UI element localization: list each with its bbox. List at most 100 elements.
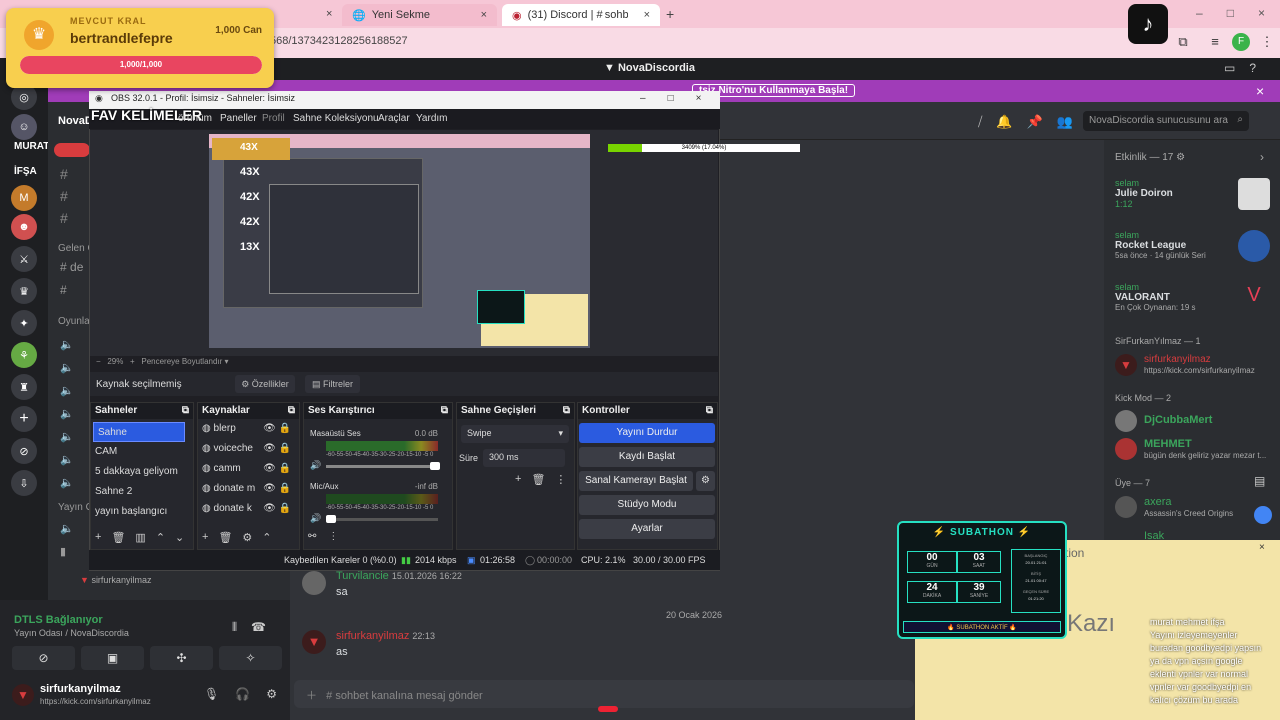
source-item[interactable]: ◍ donate m 👁 🔒 — [198, 479, 299, 499]
server-icon[interactable]: ⚘ — [11, 342, 37, 368]
menu-profile[interactable]: Profil — [262, 113, 285, 124]
studio-mode-button[interactable]: Stüdyo Modu — [579, 495, 715, 515]
activity-card[interactable]: selam Julie Doiron 1:12 — [1115, 178, 1173, 209]
trash-icon[interactable]: 🗑 — [218, 531, 232, 544]
source-item[interactable]: ◍ camm 👁 🔒 — [198, 459, 299, 479]
add-icon[interactable]: + — [515, 473, 521, 486]
message-input[interactable]: ＋ # sohbet kanalına mesaj gönder — [294, 680, 914, 708]
voice-status[interactable]: DTLS Bağlanıyor — [14, 614, 103, 626]
signal-icon[interactable]: ⫴ — [232, 620, 237, 635]
avatar[interactable] — [1115, 438, 1137, 460]
close-window-button[interactable]: × — [696, 93, 702, 104]
source-item[interactable]: ◍ donate k 👁 🔒 — [198, 499, 299, 519]
chrome-icon[interactable] — [1254, 506, 1272, 524]
add-icon[interactable]: + — [95, 531, 101, 544]
chevron-right-icon[interactable]: › — [1260, 150, 1264, 164]
more-icon[interactable]: ⋮ — [328, 531, 338, 542]
channel-item[interactable]: # de — [60, 260, 83, 274]
filters-button[interactable]: ▤ Filtreler — [305, 375, 360, 393]
close-icon[interactable]: × — [326, 8, 332, 20]
server-icon[interactable]: ☺ — [11, 114, 37, 140]
channel-item[interactable]: # — [60, 283, 67, 297]
transition-select[interactable]: Swipe ▾ — [461, 425, 569, 443]
source-item[interactable]: ◍ voiceche 👁 🔒 — [198, 439, 299, 459]
speaker-icon[interactable]: 🔊 — [310, 460, 321, 471]
gear-icon[interactable]: ⚙ — [242, 531, 252, 544]
activity-card[interactable]: selam Rocket League 5sa önce · 14 günlük… — [1115, 230, 1206, 260]
preview-canvas[interactable] — [209, 134, 590, 348]
scene-item[interactable]: CAM — [91, 442, 193, 462]
headphones-icon[interactable]: 🎧 — [235, 687, 250, 701]
maximize-button[interactable]: □ — [1227, 6, 1234, 20]
menu-view[interactable]: örünüm — [178, 113, 212, 124]
avatar[interactable]: ▼ — [12, 684, 34, 706]
avatar[interactable] — [1115, 496, 1137, 518]
down-icon[interactable]: ⌄ — [175, 531, 184, 544]
up-icon[interactable]: ⌃ — [156, 531, 165, 544]
message-author[interactable]: Turvilancie 15.01.2026 16:22 — [336, 570, 462, 582]
compass-icon[interactable]: ⊘ — [11, 438, 37, 464]
avatar[interactable]: ▼ — [302, 630, 326, 654]
menu-help[interactable]: Yardım — [416, 113, 448, 124]
add-icon[interactable]: + — [202, 531, 208, 544]
start-virtual-camera-button[interactable]: Sanal Kamerayı Başlat — [579, 471, 693, 491]
activities-icon[interactable]: ✣ — [150, 646, 213, 670]
screen-share-icon[interactable]: ▣ — [81, 646, 144, 670]
menu-tools[interactable]: Araçlar — [378, 113, 410, 124]
properties-button[interactable]: ⚙ Özellikler — [235, 375, 295, 393]
menu-icon[interactable]: ⋮ — [1258, 33, 1276, 51]
close-icon[interactable]: × — [1256, 83, 1264, 99]
minimize-button[interactable]: – — [640, 93, 646, 104]
media-icon[interactable]: ≡ — [1206, 33, 1224, 51]
member-name[interactable]: axera — [1144, 496, 1172, 508]
link-icon[interactable]: ⚯ — [308, 531, 316, 542]
pin-icon[interactable]: 📌 — [1027, 114, 1043, 130]
server-icon[interactable]: ♜ — [11, 374, 37, 400]
avatar[interactable]: ▼ — [1115, 354, 1137, 376]
gear-icon[interactable]: ⚙ — [266, 687, 277, 701]
threads-icon[interactable]: ⧸ — [978, 114, 982, 130]
voice-user[interactable]: ▼ sirfurkanyilmaz — [80, 575, 151, 585]
tab-new[interactable]: 🌐 Yeni Sekme × — [342, 4, 497, 26]
server-icon[interactable]: İFŞA — [14, 166, 37, 177]
server-icon[interactable]: M — [11, 185, 37, 211]
member-name[interactable]: sirfurkanyilmaz — [1144, 354, 1211, 365]
download-icon[interactable]: ⇩ — [11, 470, 37, 496]
voice-room[interactable]: Yayın Odası / NovaDiscordia — [14, 628, 129, 638]
volume-slider[interactable] — [326, 462, 440, 470]
disconnect-icon[interactable]: ☎ — [251, 620, 266, 635]
activity-card[interactable]: selam VALORANT En Çok Oynanan: 19 s — [1115, 282, 1196, 312]
add-server-icon[interactable]: + — [11, 406, 37, 432]
volume-slider[interactable] — [326, 515, 438, 523]
url-text[interactable]: 568/1373423128256188527 — [270, 35, 408, 47]
server-icon[interactable]: ⚔ — [11, 246, 37, 272]
inbox-icon[interactable]: ▭ — [1224, 61, 1235, 75]
start-recording-button[interactable]: Kaydı Başlat — [579, 447, 715, 467]
bell-icon[interactable]: 🔔 — [996, 114, 1012, 130]
filter-icon[interactable]: ▥ — [135, 531, 145, 544]
members-icon[interactable]: 👥 — [1057, 114, 1073, 130]
close-icon[interactable]: × — [1259, 542, 1265, 553]
maximize-button[interactable]: □ — [668, 93, 674, 104]
speaker-icon[interactable]: 🔊 — [310, 513, 321, 524]
duration-input[interactable]: 300 ms — [483, 449, 565, 467]
category-label[interactable]: Oyunlar — [58, 316, 93, 327]
member-name[interactable]: MEHMET — [1144, 438, 1192, 450]
profile-avatar[interactable]: F — [1232, 33, 1250, 51]
menu-docks[interactable]: Paneller — [220, 113, 257, 124]
event-pill[interactable] — [54, 143, 90, 157]
scene-item[interactable]: 5 dakkaya geliyom — [91, 462, 193, 482]
source-item[interactable]: ◍ blerp 👁 🔒 — [198, 419, 299, 439]
settings-button[interactable]: Ayarlar — [579, 519, 715, 539]
server-icon[interactable]: ☻ — [11, 214, 37, 240]
up-icon[interactable]: ⌃ — [262, 531, 271, 544]
close-icon[interactable]: × — [481, 9, 487, 21]
book-icon[interactable]: ▤ — [1254, 474, 1265, 488]
trash-icon[interactable]: 🗑 — [111, 531, 125, 544]
avatar[interactable] — [1115, 410, 1137, 432]
scene-item[interactable]: Sahne — [93, 422, 185, 442]
avatar[interactable] — [302, 571, 326, 595]
help-icon[interactable]: ? — [1249, 61, 1256, 75]
member-name[interactable]: DjCubbaMert — [1144, 414, 1212, 426]
stop-stream-button[interactable]: Yayını Durdur — [579, 423, 715, 443]
